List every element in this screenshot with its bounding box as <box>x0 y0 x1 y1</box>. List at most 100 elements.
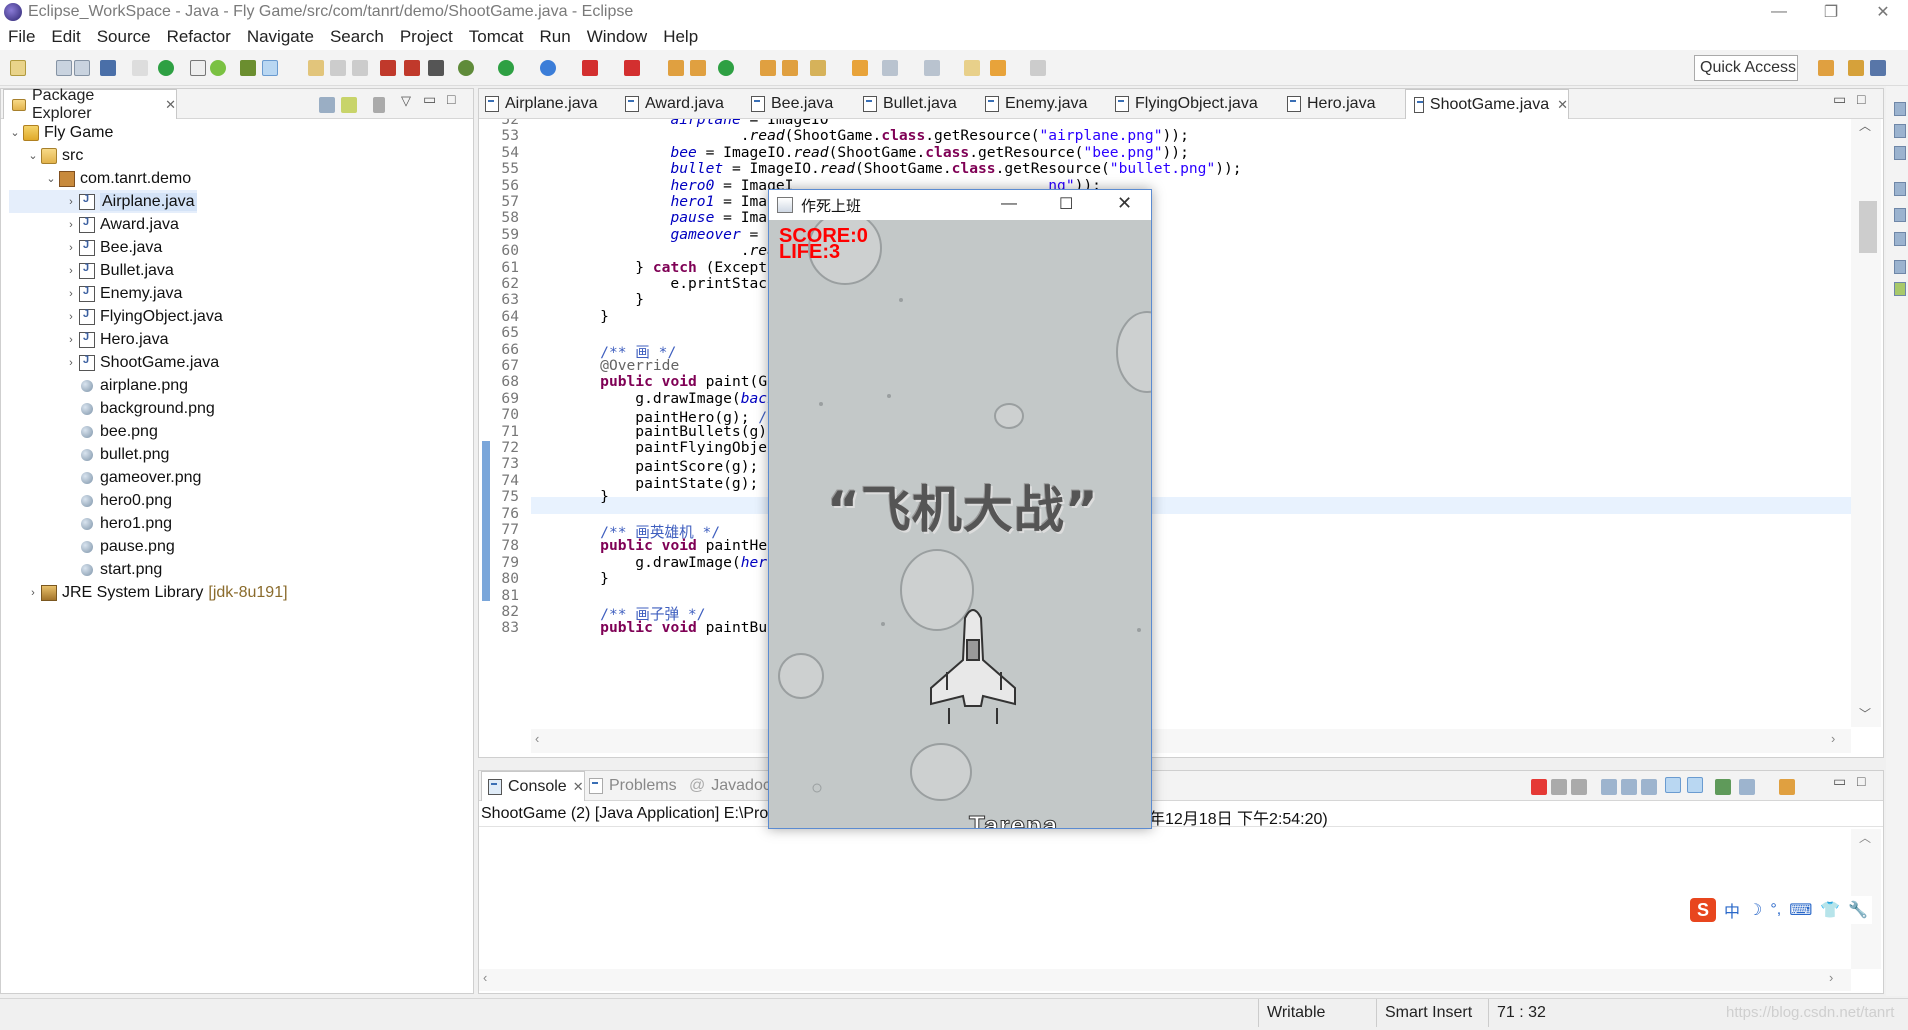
tree-item-src[interactable]: ⌄ src <box>9 144 83 167</box>
paragraph-icon[interactable] <box>352 60 368 76</box>
collapsed-chevron-icon[interactable]: › <box>65 219 77 231</box>
java-perspective-icon[interactable] <box>1870 60 1886 76</box>
ime-skin-icon[interactable]: 👕 <box>1820 900 1840 920</box>
code-line[interactable]: } <box>565 570 609 587</box>
minimize-editor-icon[interactable]: ▭ <box>1833 91 1846 108</box>
scrollbar-thumb[interactable] <box>1859 201 1877 253</box>
collapsed-chevron-icon[interactable]: › <box>65 311 77 323</box>
tree-item-hero0-png[interactable]: hero0.png <box>9 489 172 512</box>
expanded-chevron-icon[interactable]: ⌄ <box>27 149 39 162</box>
collapsed-chevron-icon[interactable]: › <box>27 587 39 599</box>
quick-access-field[interactable]: Quick Access <box>1694 55 1798 81</box>
terminal-icon[interactable] <box>100 60 116 76</box>
maximize-button[interactable]: ❐ <box>1808 0 1854 24</box>
code-line[interactable]: paintFlyingObjects( <box>565 439 802 456</box>
menu-source[interactable]: Source <box>89 27 159 47</box>
tab-bee-java[interactable]: Bee.java <box>751 89 833 119</box>
save-icon[interactable] <box>56 60 72 76</box>
tree-item-hero1-png[interactable]: hero1.png <box>9 512 172 535</box>
collapse-all-icon[interactable] <box>319 97 335 113</box>
code-line[interactable]: public void paint(Graph <box>565 373 802 390</box>
open-type-icon[interactable] <box>308 60 324 76</box>
tab-package-explorer[interactable]: Package Explorer ✕ <box>3 87 177 122</box>
show-on-output-icon[interactable] <box>1665 777 1681 793</box>
tab-award-java[interactable]: Award.java <box>625 89 724 119</box>
java-ee-perspective-icon[interactable] <box>1848 60 1864 76</box>
tree-item-gameover-png[interactable]: gameover.png <box>9 466 201 489</box>
breakpoint-icon[interactable] <box>404 60 420 76</box>
collapsed-chevron-icon[interactable]: › <box>65 357 77 369</box>
scroll-down-icon[interactable]: ﹀ <box>1859 705 1871 722</box>
back-icon[interactable] <box>990 60 1006 76</box>
tab-bullet-java[interactable]: Bullet.java <box>863 89 957 119</box>
tree-item-bee-png[interactable]: bee.png <box>9 420 158 443</box>
menu-tomcat[interactable]: Tomcat <box>461 27 532 47</box>
code-line[interactable]: paintBullets(g); // <box>565 423 802 440</box>
menu-help[interactable]: Help <box>655 27 706 47</box>
minimize-console-icon[interactable]: ▭ <box>1833 773 1846 790</box>
code-line[interactable]: /** 画英雄机 */ <box>565 521 720 541</box>
open-console-icon[interactable] <box>1779 779 1795 795</box>
tree-item-airplane-png[interactable]: airplane.png <box>9 374 188 397</box>
collapsed-chevron-icon[interactable]: › <box>65 242 77 254</box>
mylyn-icon[interactable] <box>158 60 174 76</box>
external-tools-icon[interactable] <box>624 60 640 76</box>
last-edit-icon[interactable] <box>964 60 980 76</box>
code-line[interactable]: } catch (Exception <box>565 259 793 276</box>
prev-annotation-icon[interactable] <box>924 60 940 76</box>
remove-launch-icon[interactable] <box>1551 779 1567 795</box>
tab-shootgame-java[interactable]: ShootGame.java ✕ <box>1405 89 1569 119</box>
code-editor[interactable]: 52 airplane = ImageIO 53 .read(ShootGame.… <box>479 119 1845 727</box>
menu-navigate[interactable]: Navigate <box>239 27 322 47</box>
code-line[interactable]: public void paintBullet <box>565 619 802 636</box>
menu-project[interactable]: Project <box>392 27 461 47</box>
close-view-icon[interactable]: ✕ <box>165 97 176 113</box>
code-line[interactable]: bullet = ImageIO.read(ShootGame.class.ge… <box>565 160 1241 177</box>
code-line[interactable]: airplane = ImageIO <box>565 119 828 128</box>
debug-icon[interactable] <box>458 60 474 76</box>
tree-item-bullet-java[interactable]: › Bullet.java <box>9 259 174 282</box>
code-line[interactable]: /** 画 */ <box>565 341 676 361</box>
call-hierarchy-icon[interactable] <box>1894 208 1906 222</box>
console-horizontal-scrollbar[interactable]: ‹ › <box>479 969 1851 991</box>
tree-item-award-java[interactable]: › Award.java <box>9 213 179 236</box>
console-scroll-up-icon[interactable]: ︿ <box>1859 829 1871 846</box>
new-class-wizard-icon[interactable] <box>718 60 734 76</box>
link-with-editor-icon[interactable] <box>341 97 357 113</box>
tree-item-com-tanrt-demo[interactable]: ⌄ com.tanrt.demo <box>9 167 191 190</box>
tree-item-jre-system-library[interactable]: › JRE System Library [jdk-8u191] <box>9 581 288 604</box>
tab-enemy-java[interactable]: Enemy.java <box>985 89 1087 119</box>
new-class-icon[interactable] <box>690 60 706 76</box>
save-all-icon[interactable] <box>74 60 90 76</box>
scroll-lock-icon[interactable] <box>1621 779 1637 795</box>
tree-item-enemy-java[interactable]: › Enemy.java <box>9 282 182 305</box>
game-maximize-button[interactable]: ☐ <box>1059 194 1073 214</box>
game-canvas[interactable]: SCORE:0 LIFE:3 “飞机大战” Tarena <box>769 220 1151 828</box>
tree-item-bullet-png[interactable]: bullet.png <box>9 443 169 466</box>
code-line[interactable]: paintHero(g); // 画 <box>565 406 799 426</box>
tree-item-airplane-java[interactable]: › Airplane.java <box>9 190 197 213</box>
close-tab-icon[interactable]: ✕ <box>1557 97 1568 113</box>
code-line[interactable]: e.printStackTra <box>565 275 802 292</box>
view-menu-icon[interactable]: ▽ <box>401 93 411 109</box>
ime-settings-icon[interactable]: 🔧 <box>1848 900 1868 920</box>
tab-problems[interactable]: Problems <box>589 771 677 801</box>
code-line[interactable]: @Override <box>565 357 679 374</box>
scroll-left-icon[interactable]: ‹ <box>535 731 539 746</box>
minimized-view-icon[interactable] <box>1894 146 1906 160</box>
show-whitespace-icon[interactable] <box>330 60 346 76</box>
search-icon[interactable] <box>810 60 826 76</box>
new-java-package-icon[interactable] <box>668 60 684 76</box>
open-task-icon[interactable] <box>782 60 798 76</box>
skip-breakpoints-icon[interactable] <box>428 60 444 76</box>
code-line[interactable]: /** 画子弹 */ <box>565 603 705 623</box>
terminate-icon[interactable] <box>1531 779 1547 795</box>
collapsed-chevron-icon[interactable]: › <box>65 196 77 208</box>
console-scroll-left-icon[interactable]: ‹ <box>483 970 487 985</box>
code-line[interactable]: } <box>565 488 609 505</box>
expanded-chevron-icon[interactable]: ⌄ <box>45 172 57 185</box>
menu-file[interactable]: File <box>0 27 43 47</box>
stop-server-icon[interactable] <box>582 60 598 76</box>
collapsed-chevron-icon[interactable]: › <box>65 288 77 300</box>
show-on-error-icon[interactable] <box>1687 777 1703 793</box>
